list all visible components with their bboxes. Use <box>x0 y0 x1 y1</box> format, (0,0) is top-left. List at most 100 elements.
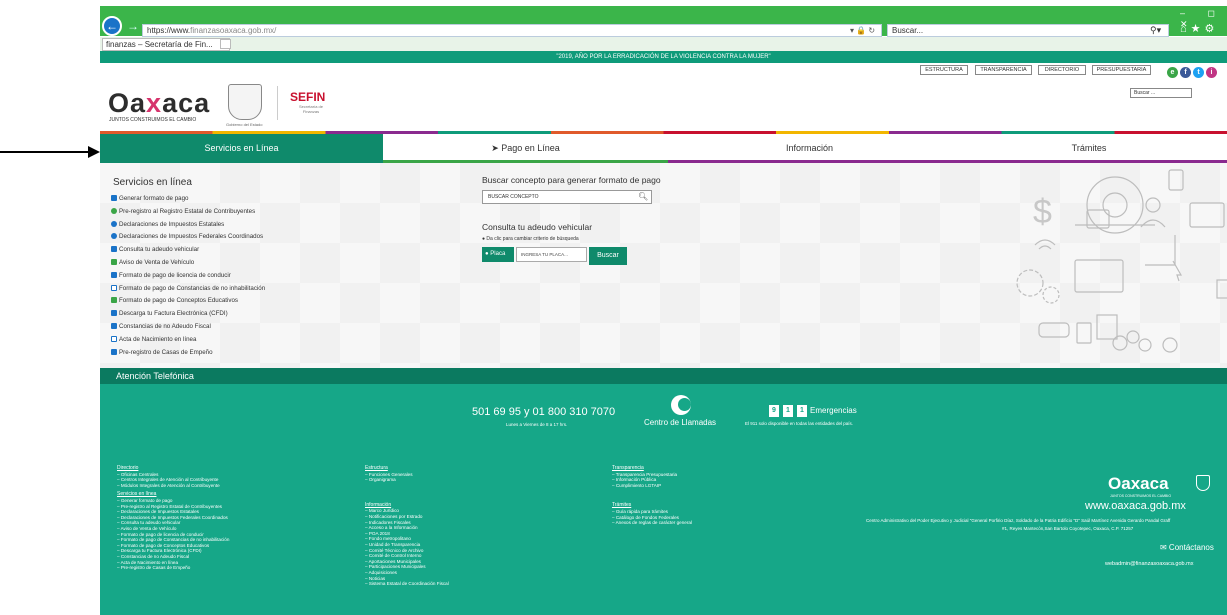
placa-toggle[interactable]: ● Placa <box>482 247 514 262</box>
edit-icon <box>111 348 117 355</box>
service-item[interactable]: Formato de pago de Conceptos Educativos <box>111 295 265 308</box>
footer-link-label: Generar formato de pago <box>120 497 173 503</box>
cursor-icon <box>1172 260 1183 282</box>
placa-input[interactable]: INGRESA TU PLACA... <box>516 247 587 262</box>
top-link-estructura[interactable]: ESTRUCTURA <box>920 65 968 75</box>
illus-circle <box>1102 192 1128 218</box>
top-link-presupuestaria[interactable]: PRESUPUESTARIA <box>1092 65 1151 75</box>
browser-search-input[interactable]: Buscar... <box>887 24 1169 37</box>
footer-email[interactable]: webadmin@finanzasoaxaca.gob.mx <box>1105 561 1193 567</box>
service-item[interactable]: Formato de pago de Constancias de no inh… <box>111 283 265 296</box>
logo-text-b: aca <box>162 88 211 118</box>
facebook-icon[interactable]: f <box>1180 67 1191 78</box>
services-list: Generar formato de pago Pre-registro al … <box>111 193 265 359</box>
annotation-arrow-head <box>88 146 100 158</box>
instagram-icon[interactable]: i <box>1206 67 1217 78</box>
service-item[interactable]: Pre-registro de Casas de Empeño <box>111 347 265 360</box>
service-label: Consulta tu adeudo vehicular <box>119 246 200 254</box>
new-tab-button[interactable] <box>220 39 231 49</box>
footer-link-label: POA 2018 <box>368 530 390 536</box>
footer-link-label: Aviso de Venta de Vehículo <box>120 525 177 531</box>
tab-servicios-en-linea[interactable]: Servicios en Línea <box>100 134 383 163</box>
footer-address-line-2: #1, Reyes Mantecón,San Bartolo Coyotepec… <box>1002 526 1134 531</box>
footer-link-label: Formato de pago de Constancias de no inh… <box>120 537 230 543</box>
search-icon[interactable]: 🔍︎ <box>638 190 648 204</box>
car-icon <box>111 246 117 253</box>
footer-address-line-1: Centro Administrativo del Poder Ejecutiv… <box>866 518 1171 523</box>
footer-link-label: Funciones Generales <box>368 471 413 477</box>
service-item[interactable]: Descarga tu Factura Electrónica (CFDI) <box>111 308 265 321</box>
top-link-directorio[interactable]: DIRECTORIO <box>1038 65 1086 75</box>
tab-informacion[interactable]: Información <box>668 134 951 163</box>
service-item[interactable]: Aviso de Venta de Vehículo <box>111 257 265 270</box>
search-icon[interactable]: ⚲▾ <box>1150 24 1161 37</box>
tab-pago-en-linea[interactable]: ➤ Pago en Línea <box>383 134 668 163</box>
graduation-cap-icon <box>111 297 117 304</box>
vehicle-title: Consulta tu adeudo vehicular <box>482 222 593 232</box>
browser-tab[interactable]: finanzas – Secretaría de Fin... <box>102 38 230 51</box>
service-label: Formato de pago de Conceptos Educativos <box>119 297 239 305</box>
service-item[interactable]: Declaraciones de Impuestos Federales Coo… <box>111 231 265 244</box>
card-icon <box>1189 202 1225 228</box>
phone-number[interactable]: 501 69 95 y 01 800 310 7070 <box>472 406 615 418</box>
forward-arrow-icon[interactable]: → <box>124 17 142 35</box>
address-bar[interactable]: https://www.finanzasoaxaca.gob.mx/ <box>142 24 882 37</box>
home-star-gear-icons[interactable]: ⌂★⚙ <box>1180 22 1218 35</box>
footer-link[interactable]: – Pre-registro de Casas de Empeño <box>117 565 229 571</box>
site-search-input[interactable]: Buscar ... <box>1130 88 1192 98</box>
globe-icon <box>111 233 117 240</box>
service-label: Formato de pago de Constancias de no inh… <box>119 284 266 292</box>
people-icon <box>1112 335 1128 351</box>
vehicle-hint[interactable]: ● Da clic para cambiar criterio de búsqu… <box>482 236 579 242</box>
footer-link-label: Centros Integrales de Atención al Contri… <box>120 477 219 483</box>
footer-link-label: Fondo metropolitano <box>368 536 411 542</box>
service-item[interactable]: Declaraciones de Impuestos Estatales <box>111 219 265 232</box>
sefin-logo[interactable]: SEFIN <box>290 90 325 104</box>
users-icon <box>111 207 117 214</box>
concept-search-input[interactable]: BUSCAR CONCEPTO <box>482 190 652 204</box>
file-icon <box>111 335 117 342</box>
state-shield-icon <box>228 84 262 120</box>
slogan-bar: "2019, AÑO POR LA ERRADICACIÓN DE LA VIO… <box>100 51 1227 63</box>
digit-1: 1 <box>783 405 793 417</box>
back-arrow-icon[interactable]: ← <box>102 16 122 36</box>
footer-col-2: Estructura – Funciones Generales – Organ… <box>365 465 449 587</box>
footer-link[interactable]: – Anexos de reglas de carácter general <box>612 520 692 526</box>
tab-strip <box>100 37 1227 51</box>
people-icon <box>1138 338 1152 352</box>
service-label: Pre-registro al Registro Estatal de Cont… <box>119 207 256 215</box>
footer-url[interactable]: www.oaxaca.gob.mx <box>1085 500 1186 512</box>
footer-link[interactable]: – Sistema Estatal de Coordinación Fiscal <box>365 581 449 587</box>
atencion-telefonica-bar: Atención Telefónica <box>100 368 1227 384</box>
service-item[interactable]: Pre-registro al Registro Estatal de Cont… <box>111 206 265 219</box>
service-item[interactable]: Acta de Nacimiento en línea <box>111 334 265 347</box>
document-icon <box>111 195 117 201</box>
service-label: Pre-registro de Casas de Empeño <box>119 348 213 356</box>
footer-col-3: Transparencia – Transparencia Presupuest… <box>612 465 692 526</box>
address-bar-icons[interactable]: ▾ 🔒 ↻ <box>850 24 875 37</box>
download-icon <box>111 310 117 317</box>
contact-link[interactable]: ✉ Contáctanos <box>1160 543 1214 552</box>
user-body <box>1140 219 1166 228</box>
main-nav: Servicios en Línea ➤ Pago en Línea Infor… <box>100 134 1227 163</box>
logo-divider <box>277 86 278 120</box>
footer-shield-icon <box>1196 475 1210 491</box>
footer-link[interactable]: – Módulos Integrales de Atención al Cont… <box>117 483 229 489</box>
oaxaca-logo[interactable]: Oaxaca <box>108 88 210 119</box>
service-item[interactable]: Constancias de no Adeudo Fiscal <box>111 321 265 334</box>
footer-link-label: Constancias de no Adeudo Fiscal <box>120 553 190 559</box>
service-item[interactable]: Generar formato de pago <box>111 193 265 206</box>
service-item[interactable]: Formato de pago de licencia de conducir <box>111 270 265 283</box>
service-label: Descarga tu Factura Electrónica (CFDI) <box>119 310 228 318</box>
twitter-icon[interactable]: t <box>1193 67 1204 78</box>
buscar-button[interactable]: Buscar <box>589 247 627 265</box>
logo-tagline: JUNTOS CONSTRUIMOS EL CAMBIO <box>109 117 197 123</box>
monitor-icon <box>1074 259 1124 293</box>
footer-oaxaca-logo[interactable]: Oaxaca <box>1108 474 1169 494</box>
email-icon[interactable]: e <box>1167 67 1178 78</box>
service-item[interactable]: Consulta tu adeudo vehicular <box>111 244 265 257</box>
top-link-transparencia[interactable]: TRANSPARENCIA <box>975 65 1032 75</box>
service-label: Constancias de no Adeudo Fiscal <box>119 322 211 330</box>
footer-link-label: Catálogo de Fondos Federales <box>615 514 679 520</box>
tab-tramites[interactable]: Trámites <box>951 134 1227 163</box>
